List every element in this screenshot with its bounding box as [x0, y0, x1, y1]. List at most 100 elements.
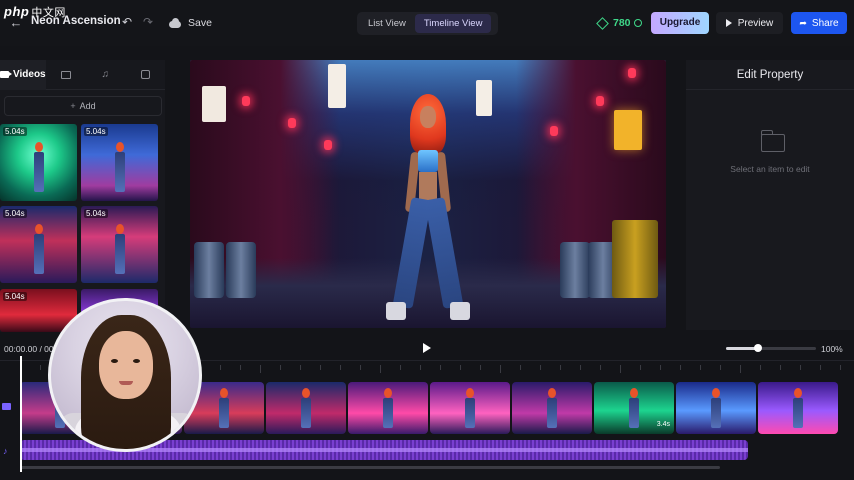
scene-sign [476, 80, 492, 116]
image-icon [60, 70, 71, 79]
media-duration: 5.04s [3, 127, 27, 136]
upgrade-button[interactable]: Upgrade [651, 12, 709, 34]
music-icon: ♫ [101, 69, 110, 80]
playhead[interactable] [20, 356, 22, 472]
ruler-tick [840, 365, 841, 370]
project-title[interactable]: Neon Ascension [31, 15, 121, 27]
share-label: Share [811, 17, 839, 29]
preview-label: Preview [737, 17, 774, 29]
scene-lamp [242, 96, 250, 106]
scene-lamp [288, 118, 296, 128]
redo-icon[interactable]: ↷ [141, 15, 155, 29]
ruler-tick [620, 365, 621, 373]
time-readout: 00:00.00 / 00 [4, 344, 54, 354]
clip-figure [545, 388, 559, 428]
media-thumbnail[interactable]: 5.04s [81, 206, 158, 283]
clip-figure [217, 388, 231, 428]
ruler-tick [800, 365, 801, 370]
ruler-tick [640, 365, 641, 370]
back-arrow-icon[interactable]: ← [8, 16, 24, 30]
media-thumbnail[interactable]: 5.04s [0, 124, 77, 201]
add-label: Add [79, 101, 96, 111]
video-editor-app: php 中文网 ← Neon Ascension ↶ ↷ Save List Vi… [0, 0, 854, 480]
media-tabs: Videos ♫ [0, 59, 165, 90]
ruler-tick [240, 365, 241, 370]
clip-figure [709, 388, 723, 428]
ruler-tick [760, 365, 761, 370]
scene-sign [202, 86, 226, 122]
media-thumbnail[interactable]: 5.04s [81, 124, 158, 201]
timeline-clip[interactable] [430, 382, 510, 434]
scene-character [386, 94, 470, 324]
zoom-slider[interactable] [726, 344, 816, 352]
scene-sign [328, 64, 346, 108]
timeline-clip[interactable] [512, 382, 592, 434]
media-thumbnail[interactable]: 5.04s [0, 206, 77, 283]
timeline-clip[interactable] [758, 382, 838, 434]
property-empty-text: Select an item to edit [730, 164, 810, 174]
ruler-tick [740, 365, 741, 373]
timeline-clip[interactable] [266, 382, 346, 434]
clip-figure [299, 388, 313, 428]
property-panel-title: Edit Property [686, 60, 854, 90]
ruler-tick [820, 365, 821, 370]
scene-lamp [628, 68, 636, 78]
zoom-slider-fill [726, 347, 758, 350]
cloud-icon [168, 18, 182, 28]
timeline-clip[interactable] [676, 382, 756, 434]
undo-icon[interactable]: ↶ [120, 15, 134, 29]
ruler-tick [340, 365, 341, 370]
media-duration: 5.04s [3, 209, 27, 218]
add-media-button[interactable]: + Add [4, 96, 162, 116]
ruler-tick [460, 365, 461, 370]
ruler-tick [380, 365, 381, 373]
zoom-slider-handle[interactable] [753, 344, 762, 352]
folder-icon [760, 130, 785, 152]
clip-figure [791, 388, 805, 428]
ruler-tick [500, 365, 501, 373]
timeline-clip[interactable] [348, 382, 428, 434]
zoom-level: 100% [821, 344, 843, 354]
video-preview-canvas[interactable] [190, 60, 666, 328]
ruler-tick [440, 365, 441, 370]
tab-images[interactable] [46, 60, 86, 90]
video-icon [0, 71, 12, 78]
ruler-tick [40, 365, 41, 370]
play-icon [725, 19, 732, 27]
webcam-overlay [48, 298, 202, 452]
ruler-tick [320, 365, 321, 370]
share-button[interactable]: ➦ Share [791, 12, 847, 34]
ruler-tick [660, 365, 661, 370]
scene-sign [614, 110, 642, 150]
timeline-scrollbar[interactable] [20, 466, 720, 469]
property-panel: Edit Property Select an item to edit [686, 60, 854, 330]
diamond-icon [596, 16, 609, 30]
ruler-tick [520, 365, 521, 370]
top-bar: php 中文网 ← Neon Ascension ↶ ↷ Save List Vi… [0, 0, 854, 46]
timeline-clip[interactable]: 3.4s [594, 382, 674, 434]
clip-duration: 3.4s [656, 421, 670, 428]
play-button[interactable] [423, 343, 431, 353]
ruler-tick [220, 365, 221, 370]
ruler-tick [480, 365, 481, 370]
ruler-tick [720, 365, 721, 370]
tab-list-view[interactable]: List View [359, 14, 415, 33]
ruler-tick [260, 365, 261, 373]
coin-icon [633, 19, 642, 27]
tab-stickers[interactable] [125, 60, 165, 90]
ruler-tick [780, 365, 781, 370]
tab-videos-label: Videos [13, 69, 46, 80]
scene-barrel [194, 242, 224, 298]
ruler-tick [300, 365, 301, 370]
ruler-tick [540, 365, 541, 370]
ruler-tick [580, 365, 581, 370]
sticker-icon [140, 70, 150, 79]
tab-videos[interactable]: Videos [0, 59, 46, 90]
save-button[interactable]: Save [168, 14, 212, 32]
preview-button[interactable]: Preview [716, 12, 783, 34]
tab-audio[interactable]: ♫ [85, 60, 125, 90]
ruler-tick [680, 365, 681, 370]
media-panel: Videos ♫ + Add 5.04s 5.04s 5.04s 5.04s 5.… [0, 59, 165, 332]
media-duration: 5.04s [84, 127, 108, 136]
tab-timeline-view[interactable]: Timeline View [414, 14, 492, 33]
